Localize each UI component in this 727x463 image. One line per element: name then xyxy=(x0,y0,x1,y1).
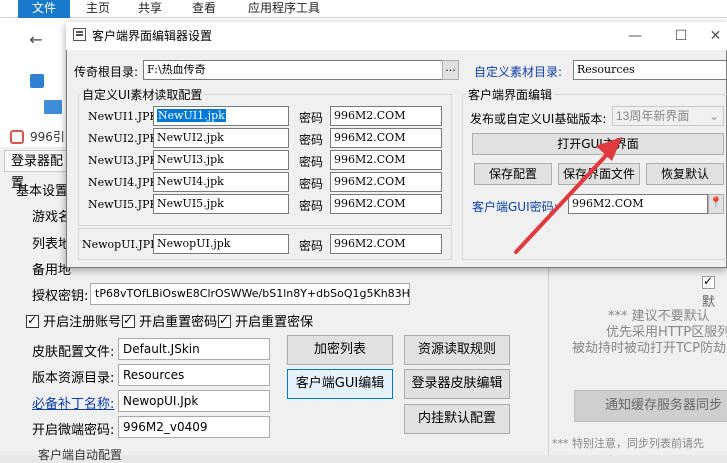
annotation-arrow-shaft xyxy=(514,145,616,254)
annotation-arrow xyxy=(514,137,622,254)
annotation-arrow-head xyxy=(596,137,622,161)
